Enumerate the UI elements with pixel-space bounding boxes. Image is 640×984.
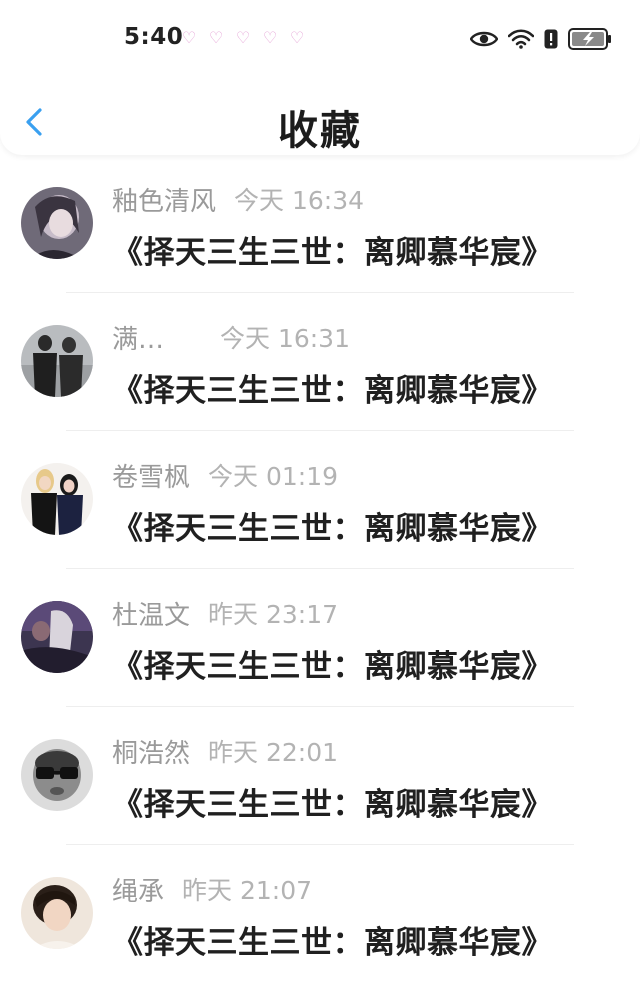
heart-icon: ♡	[289, 28, 305, 47]
avatar[interactable]	[21, 877, 93, 949]
page-title: 收藏	[278, 108, 362, 154]
book-title[interactable]: 《择天三生三世：离卿慕华宸》	[112, 779, 553, 824]
timestamp: 昨天 22:01	[208, 738, 339, 767]
heart-icon: ♡	[181, 28, 197, 47]
status-icons	[470, 28, 612, 50]
item-meta: 满… 今天 16:31	[112, 319, 350, 355]
timestamp: 今天 01:19	[208, 462, 339, 491]
user-name[interactable]: 釉色清风	[112, 181, 216, 218]
list-item[interactable]: 卷雪枫 今天 01:19 《择天三生三世：离卿慕华宸》	[0, 431, 640, 569]
book-title[interactable]: 《择天三生三世：离卿慕华宸》	[112, 365, 553, 410]
heart-icon: ♡	[208, 28, 224, 47]
timestamp: 昨天 23:17	[208, 600, 339, 629]
avatar[interactable]	[21, 325, 93, 397]
avatar[interactable]	[21, 739, 93, 811]
status-hearts: ♡ ♡ ♡ ♡ ♡	[180, 30, 306, 46]
heart-icon: ♡	[262, 28, 278, 47]
item-meta: 杜温文 昨天 23:17	[112, 595, 338, 631]
timestamp: 今天 16:31	[220, 324, 350, 353]
item-meta: 卷雪枫 今天 01:19	[112, 457, 338, 493]
list-item[interactable]: 釉色清风 今天 16:34 《择天三生三世：离卿慕华宸》	[0, 155, 640, 293]
sim-alert-icon	[544, 29, 558, 49]
wifi-icon	[508, 29, 534, 49]
status-bar: 5:40 ♡ ♡ ♡ ♡ ♡	[0, 18, 640, 62]
avatar[interactable]	[21, 463, 93, 535]
user-name[interactable]: 绳承	[112, 871, 164, 908]
list-item[interactable]: 杜温文 昨天 23:17 《择天三生三世：离卿慕华宸》	[0, 569, 640, 707]
eye-icon	[470, 31, 498, 47]
avatar[interactable]	[21, 601, 93, 673]
user-name[interactable]: 卷雪枫	[112, 457, 190, 494]
top-bar: 5:40 ♡ ♡ ♡ ♡ ♡ 收藏	[0, 0, 640, 155]
timestamp: 今天 16:34	[234, 186, 365, 215]
book-title[interactable]: 《择天三生三世：离卿慕华宸》	[112, 503, 553, 548]
heart-icon: ♡	[235, 28, 251, 47]
user-name[interactable]: 桐浩然	[112, 733, 190, 770]
battery-charging-icon	[568, 28, 611, 50]
book-title[interactable]: 《择天三生三世：离卿慕华宸》	[112, 917, 553, 962]
item-meta: 桐浩然 昨天 22:01	[112, 733, 338, 769]
user-name[interactable]: 满…	[112, 319, 202, 356]
avatar[interactable]	[21, 187, 93, 259]
item-meta: 釉色清风 今天 16:34	[112, 181, 364, 217]
list-item[interactable]: 绳承 昨天 21:07 《择天三生三世：离卿慕华宸》	[0, 845, 640, 983]
user-name[interactable]: 杜温文	[112, 595, 190, 632]
status-time: 5:40	[124, 24, 184, 50]
list-item[interactable]: 满… 今天 16:31 《择天三生三世：离卿慕华宸》	[0, 293, 640, 431]
list-item[interactable]: 桐浩然 昨天 22:01 《择天三生三世：离卿慕华宸》	[0, 707, 640, 845]
favorites-list: 釉色清风 今天 16:34 《择天三生三世：离卿慕华宸》 满… 今天 16:31…	[0, 155, 640, 983]
book-title[interactable]: 《择天三生三世：离卿慕华宸》	[112, 641, 553, 686]
timestamp: 昨天 21:07	[182, 876, 313, 905]
book-title[interactable]: 《择天三生三世：离卿慕华宸》	[112, 227, 553, 272]
item-meta: 绳承 昨天 21:07	[112, 871, 312, 907]
